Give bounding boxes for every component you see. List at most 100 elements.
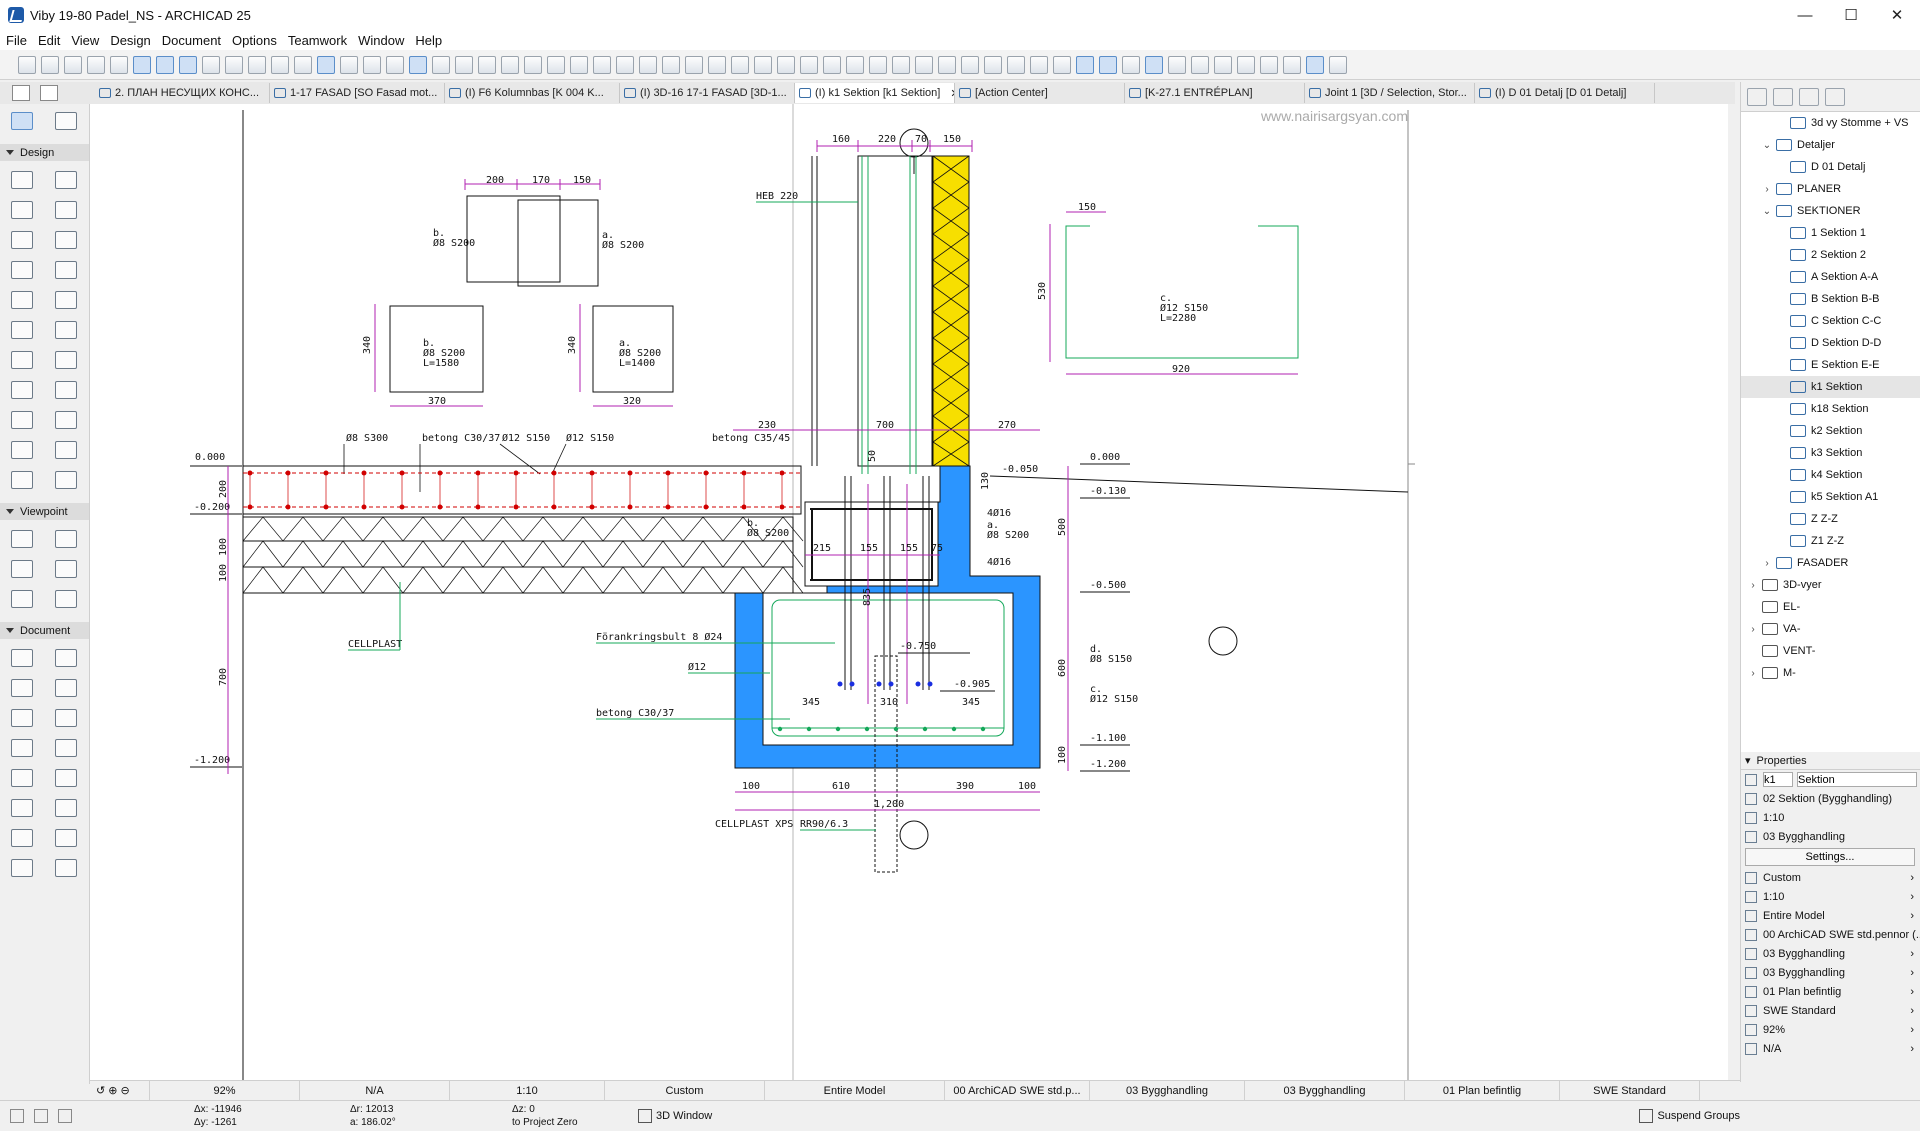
design-tool[interactable] — [44, 255, 88, 285]
view-map-item[interactable]: k1 Sektion — [1741, 376, 1920, 398]
design-tool[interactable] — [44, 345, 88, 375]
toolbar-tool-icon[interactable] — [892, 55, 910, 74]
toolbar-tool-icon[interactable] — [593, 55, 611, 74]
toolbar-tool-icon[interactable] — [317, 55, 335, 74]
toolbar-tool-icon[interactable] — [800, 55, 818, 74]
property-row[interactable]: 03 Bygghandling › — [1741, 963, 1920, 982]
marquee-tool[interactable] — [44, 106, 88, 136]
expand-chevron-icon[interactable]: ⌄ — [1761, 206, 1773, 217]
viewpoint-tool[interactable] — [44, 524, 88, 554]
menu-design[interactable]: Design — [110, 33, 150, 48]
toolbar-tool-icon[interactable] — [202, 55, 220, 74]
view-id-field[interactable] — [1763, 772, 1793, 787]
toolbar-tool-icon[interactable] — [1030, 55, 1048, 74]
design-tool[interactable] — [0, 195, 44, 225]
toolbar-tool-icon[interactable] — [1191, 55, 1209, 74]
view-map-item[interactable]: 3d vy Stomme + VS — [1741, 112, 1920, 134]
design-tool[interactable] — [44, 165, 88, 195]
toolbar-tool-icon[interactable] — [386, 55, 404, 74]
toolbar-tool-icon[interactable] — [570, 55, 588, 74]
structure-display-field[interactable]: 01 Plan befintlig — [1405, 1081, 1560, 1100]
toolbar-tool-icon[interactable] — [754, 55, 772, 74]
toolbar-tool-icon[interactable] — [225, 55, 243, 74]
toolbar-tool-icon[interactable] — [294, 55, 312, 74]
view-tab[interactable]: (I) F6 Kolumnbas [K 004 K... — [445, 83, 620, 103]
viewpoint-section-header[interactable]: Viewpoint — [0, 503, 89, 520]
design-tool[interactable] — [44, 195, 88, 225]
view-map-item[interactable]: › VA- — [1741, 618, 1920, 640]
toolbar-tool-icon[interactable] — [662, 55, 680, 74]
design-tool[interactable] — [44, 375, 88, 405]
document-tool[interactable] — [0, 673, 44, 703]
toolbar-tool-icon[interactable] — [156, 55, 174, 74]
design-tool[interactable] — [0, 375, 44, 405]
design-tool[interactable] — [44, 465, 88, 495]
document-tool[interactable] — [44, 763, 88, 793]
view-map-item[interactable]: Z Z-Z — [1741, 508, 1920, 530]
property-row[interactable]: SWE Standard › — [1741, 1001, 1920, 1020]
design-section-header[interactable]: Design — [0, 144, 89, 161]
view-map-item[interactable]: › M- — [1741, 662, 1920, 684]
property-row[interactable]: 1:10 › — [1741, 887, 1920, 906]
property-row[interactable]: 00 ArchiCAD SWE std.pennor (...› — [1741, 925, 1920, 944]
toolbar-tool-icon[interactable] — [248, 55, 266, 74]
toolbar-tool-icon[interactable] — [915, 55, 933, 74]
document-tool[interactable] — [44, 673, 88, 703]
expand-chevron-icon[interactable]: ⌄ — [1761, 140, 1773, 151]
document-tool[interactable] — [44, 703, 88, 733]
layout-book-icon[interactable] — [1799, 87, 1819, 106]
menu-teamwork[interactable]: Teamwork — [288, 33, 347, 48]
design-tool[interactable] — [44, 315, 88, 345]
design-tool[interactable] — [0, 405, 44, 435]
pointer-tool[interactable] — [0, 106, 44, 136]
viewpoint-tool[interactable] — [0, 554, 44, 584]
toolbar-tool-icon[interactable] — [64, 55, 82, 74]
view-map-item[interactable]: k5 Sektion A1 — [1741, 486, 1920, 508]
property-row[interactable]: 03 Bygghandling — [1741, 827, 1920, 846]
close-window-button[interactable]: ✕ — [1874, 0, 1920, 30]
view-tab[interactable]: 1-17 FASAD [SO Fasad mot... — [270, 83, 445, 103]
snap-tools[interactable] — [0, 1101, 170, 1131]
view-map-item[interactable]: EL- — [1741, 596, 1920, 618]
toolbar-tool-icon[interactable] — [731, 55, 749, 74]
toolbar-tool-icon[interactable] — [455, 55, 473, 74]
design-tool[interactable] — [0, 345, 44, 375]
view-map-item[interactable]: › FASADER — [1741, 552, 1920, 574]
scale-field[interactable]: 1:10 — [450, 1081, 605, 1100]
toolbar-tool-icon[interactable] — [87, 55, 105, 74]
toolbar-tool-icon[interactable] — [363, 55, 381, 74]
view-map-item[interactable]: 2 Sektion 2 — [1741, 244, 1920, 266]
undo-zoom-icons[interactable]: ↺ ⊕ ⊖ — [90, 1081, 150, 1100]
section-drawing[interactable]: www.nairisargsyan.com 160 220 70 150 HEB… — [90, 104, 1728, 1080]
view-map-item[interactable]: k18 Sektion — [1741, 398, 1920, 420]
document-tool[interactable] — [0, 643, 44, 673]
document-section-header[interactable]: Document — [0, 622, 89, 639]
design-tool[interactable] — [44, 285, 88, 315]
marquee-tool-icon[interactable] — [40, 85, 58, 101]
design-tool[interactable] — [0, 225, 44, 255]
layer-combo-field[interactable]: Custom — [605, 1081, 765, 1100]
toolbar-tool-icon[interactable] — [1099, 55, 1117, 74]
view-map-item[interactable]: › PLANER — [1741, 178, 1920, 200]
toolbar-tool-icon[interactable] — [685, 55, 703, 74]
toolbar-tool-icon[interactable] — [1214, 55, 1232, 74]
toolbar-tool-icon[interactable] — [478, 55, 496, 74]
toolbar-tool-icon[interactable] — [18, 55, 36, 74]
property-row[interactable]: 01 Plan befintlig › — [1741, 982, 1920, 1001]
view-tab[interactable]: (I) D 01 Detalj [D 01 Detalj] — [1475, 83, 1655, 103]
toolbar-tool-icon[interactable] — [1076, 55, 1094, 74]
settings-button[interactable]: Settings... — [1745, 848, 1915, 866]
view-map-item[interactable]: Z1 Z-Z — [1741, 530, 1920, 552]
document-tool[interactable] — [44, 823, 88, 853]
view-name-field[interactable] — [1797, 772, 1917, 787]
expand-chevron-icon[interactable]: › — [1747, 580, 1759, 591]
view-map-item[interactable]: k2 Sektion — [1741, 420, 1920, 442]
design-tool[interactable] — [0, 465, 44, 495]
view-tab[interactable]: 2. ПЛАН НЕСУЩИХ КОНС... — [95, 83, 270, 103]
view-map-item[interactable]: C Sektion C-C — [1741, 310, 1920, 332]
document-tool[interactable] — [0, 703, 44, 733]
toolbar-tool-icon[interactable] — [938, 55, 956, 74]
design-tool[interactable] — [0, 255, 44, 285]
view-map-item[interactable]: 1 Sektion 1 — [1741, 222, 1920, 244]
toolbar-tool-icon[interactable] — [133, 55, 151, 74]
